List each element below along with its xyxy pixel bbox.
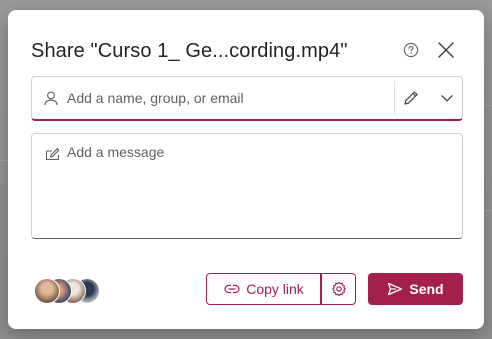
- people-input[interactable]: [67, 86, 387, 110]
- pencil-icon: [404, 91, 418, 105]
- compose-icon: [45, 147, 61, 166]
- background-divider: [484, 105, 492, 106]
- send-icon: [388, 282, 403, 296]
- person-icon: [44, 91, 58, 111]
- copy-link-button[interactable]: Copy link: [206, 273, 321, 305]
- split-button-divider: [320, 273, 321, 305]
- people-picker: [31, 76, 463, 121]
- gear-icon: [331, 281, 346, 297]
- background-divider: [484, 210, 492, 211]
- close-button[interactable]: [435, 39, 457, 61]
- send-label: Send: [409, 281, 444, 297]
- message-input[interactable]: [67, 144, 447, 224]
- dialog-title: Share "Curso 1_ Ge...cording.mp4": [31, 40, 348, 62]
- close-icon: [438, 42, 454, 58]
- copy-link-label: Copy link: [246, 281, 304, 297]
- send-button[interactable]: Send: [368, 273, 463, 305]
- link-icon: [224, 284, 240, 294]
- link-settings-button[interactable]: [321, 273, 356, 305]
- field-divider: [394, 81, 395, 115]
- question-circle-icon: [403, 42, 419, 58]
- message-box: [31, 133, 463, 239]
- chevron-down-icon: [441, 95, 453, 102]
- share-dialog: Share "Curso 1_ Ge...cording.mp4" Add a …: [8, 10, 484, 329]
- background-divider: [0, 160, 8, 161]
- permission-dropdown[interactable]: [402, 86, 454, 110]
- help-button[interactable]: [402, 41, 420, 59]
- avatar[interactable]: [34, 278, 60, 304]
